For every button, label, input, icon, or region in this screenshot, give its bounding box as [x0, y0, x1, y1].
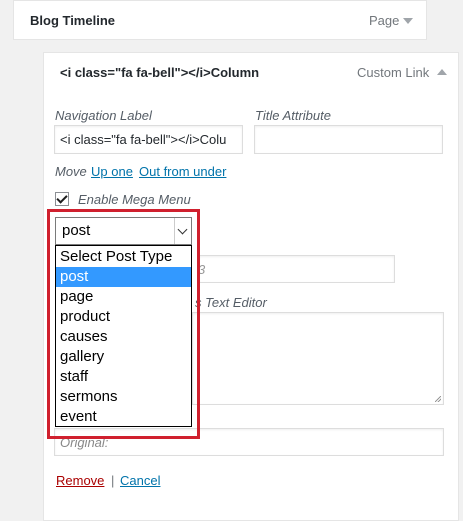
remove-link[interactable]: Remove	[56, 473, 104, 488]
mega-menu-label: Enable Mega Menu	[78, 192, 191, 207]
mega-menu-checkbox[interactable]	[55, 192, 69, 206]
menu-item-type: Custom Link	[357, 65, 430, 80]
navigation-label-label: Navigation Label	[55, 108, 152, 123]
move-out-link[interactable]: Out from under	[139, 164, 226, 179]
move-up-link[interactable]: Up one	[91, 164, 133, 179]
parent-menu-item-title: Blog Timeline	[30, 13, 115, 28]
collapse-arrow-icon[interactable]	[437, 69, 447, 75]
parent-menu-item-type: Page	[369, 13, 400, 28]
text-editor-label: s Text Editor	[195, 295, 267, 310]
menu-item-title: <i class="fa fa-bell"></i>Column	[60, 65, 260, 80]
resize-grip-icon[interactable]	[435, 396, 441, 402]
navigation-label-input[interactable]: <i class="fa fa-bell"></i>Colu	[54, 125, 243, 154]
title-attribute-label: Title Attribute	[255, 108, 331, 123]
cancel-link[interactable]: Cancel	[120, 473, 160, 488]
hidden-text-input[interactable]	[198, 255, 395, 283]
action-separator: |	[111, 473, 115, 488]
highlight-box	[47, 209, 200, 439]
menu-item-header: <i class="fa fa-bell"></i>Column Custom …	[43, 52, 459, 92]
expand-arrow-icon[interactable]	[403, 18, 413, 24]
text-editor-textarea[interactable]	[192, 312, 444, 405]
title-attribute-input[interactable]	[254, 125, 443, 154]
move-label: Move	[55, 164, 87, 179]
parent-menu-item: Blog Timeline Page	[13, 0, 427, 40]
